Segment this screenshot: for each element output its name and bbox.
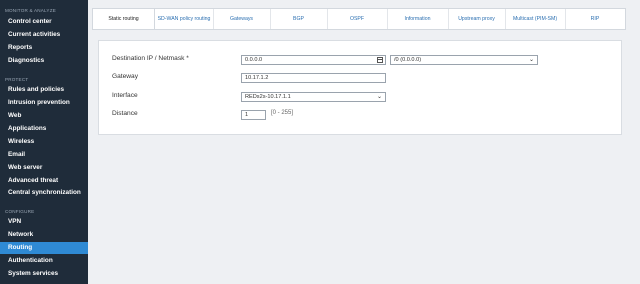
sidebar-item-web[interactable]: Web	[0, 110, 88, 122]
sidebar-item-rules-and-policies[interactable]: Rules and policies	[0, 84, 88, 96]
sidebar: MONITOR & ANALYZE Control center Current…	[0, 0, 88, 284]
distance-value: 1	[245, 112, 249, 118]
sidebar-section-monitor: MONITOR & ANALYZE	[5, 8, 56, 13]
sidebar-item-current-activities[interactable]: Current activities	[0, 29, 88, 41]
sidebar-item-reports[interactable]: Reports	[0, 42, 88, 54]
interface-value: REDs2s-10.17.1.1	[245, 94, 291, 100]
destination-ip-input[interactable]: 0.0.0.0	[241, 55, 386, 65]
destination-label: Destination IP / Netmask *	[112, 55, 189, 62]
tab-sd-wan-policy-routing[interactable]: SD-WAN policy routing	[155, 9, 213, 29]
netmask-select[interactable]: /0 (0.0.0.0) ⌄	[390, 55, 538, 65]
netmask-value: /0 (0.0.0.0)	[394, 57, 422, 63]
sidebar-item-routing[interactable]: Routing	[0, 242, 88, 254]
gateway-input[interactable]: 10.17.1.2	[241, 73, 386, 83]
tab-gateways[interactable]: Gateways	[213, 9, 270, 29]
sidebar-item-authentication[interactable]: Authentication	[0, 255, 88, 267]
sidebar-item-intrusion-prevention[interactable]: Intrusion prevention	[0, 97, 88, 109]
sidebar-item-advanced-threat[interactable]: Advanced threat	[0, 175, 88, 187]
interface-label: Interface	[112, 92, 138, 99]
sidebar-item-diagnostics[interactable]: Diagnostics	[0, 55, 88, 67]
sidebar-item-central-synchronization[interactable]: Central synchronization	[0, 187, 88, 199]
sidebar-item-network[interactable]: Network	[0, 229, 88, 241]
tab-ospf[interactable]: OSPF	[327, 9, 387, 29]
distance-label: Distance	[112, 110, 138, 117]
sidebar-item-web-server[interactable]: Web server	[0, 162, 88, 174]
destination-ip-value: 0.0.0.0	[245, 57, 263, 63]
interface-select[interactable]: REDs2s-10.17.1.1 ⌄	[241, 92, 386, 102]
tab-multicast-pim-sm[interactable]: Multicast (PIM-SM)	[505, 9, 565, 29]
distance-range-hint: [0 - 255]	[271, 110, 294, 116]
tab-rip[interactable]: RIP	[565, 9, 625, 29]
routing-tabs: Static routing SD-WAN policy routing Gat…	[92, 8, 626, 30]
chevron-down-icon: ⌄	[528, 57, 534, 63]
tab-static-routing[interactable]: Static routing	[93, 9, 155, 29]
sidebar-item-control-center[interactable]: Control center	[0, 16, 88, 28]
tab-information[interactable]: Information	[387, 9, 448, 29]
sidebar-item-applications[interactable]: Applications	[0, 123, 88, 135]
tab-upstream-proxy[interactable]: Upstream proxy	[448, 9, 505, 29]
sidebar-item-email[interactable]: Email	[0, 149, 88, 161]
tab-bgp[interactable]: BGP	[270, 9, 327, 29]
sidebar-item-vpn[interactable]: VPN	[0, 216, 88, 228]
calendar-picker-icon[interactable]	[377, 57, 383, 63]
chevron-down-icon: ⌄	[376, 94, 382, 100]
sidebar-section-protect: PROTECT	[5, 77, 29, 82]
gateway-label: Gateway	[112, 73, 139, 80]
sidebar-item-wireless[interactable]: Wireless	[0, 136, 88, 148]
sidebar-item-system-services[interactable]: System services	[0, 268, 88, 280]
sidebar-section-configure: CONFIGURE	[5, 209, 35, 214]
distance-input[interactable]: 1	[241, 110, 266, 120]
gateway-value: 10.17.1.2	[245, 75, 269, 81]
